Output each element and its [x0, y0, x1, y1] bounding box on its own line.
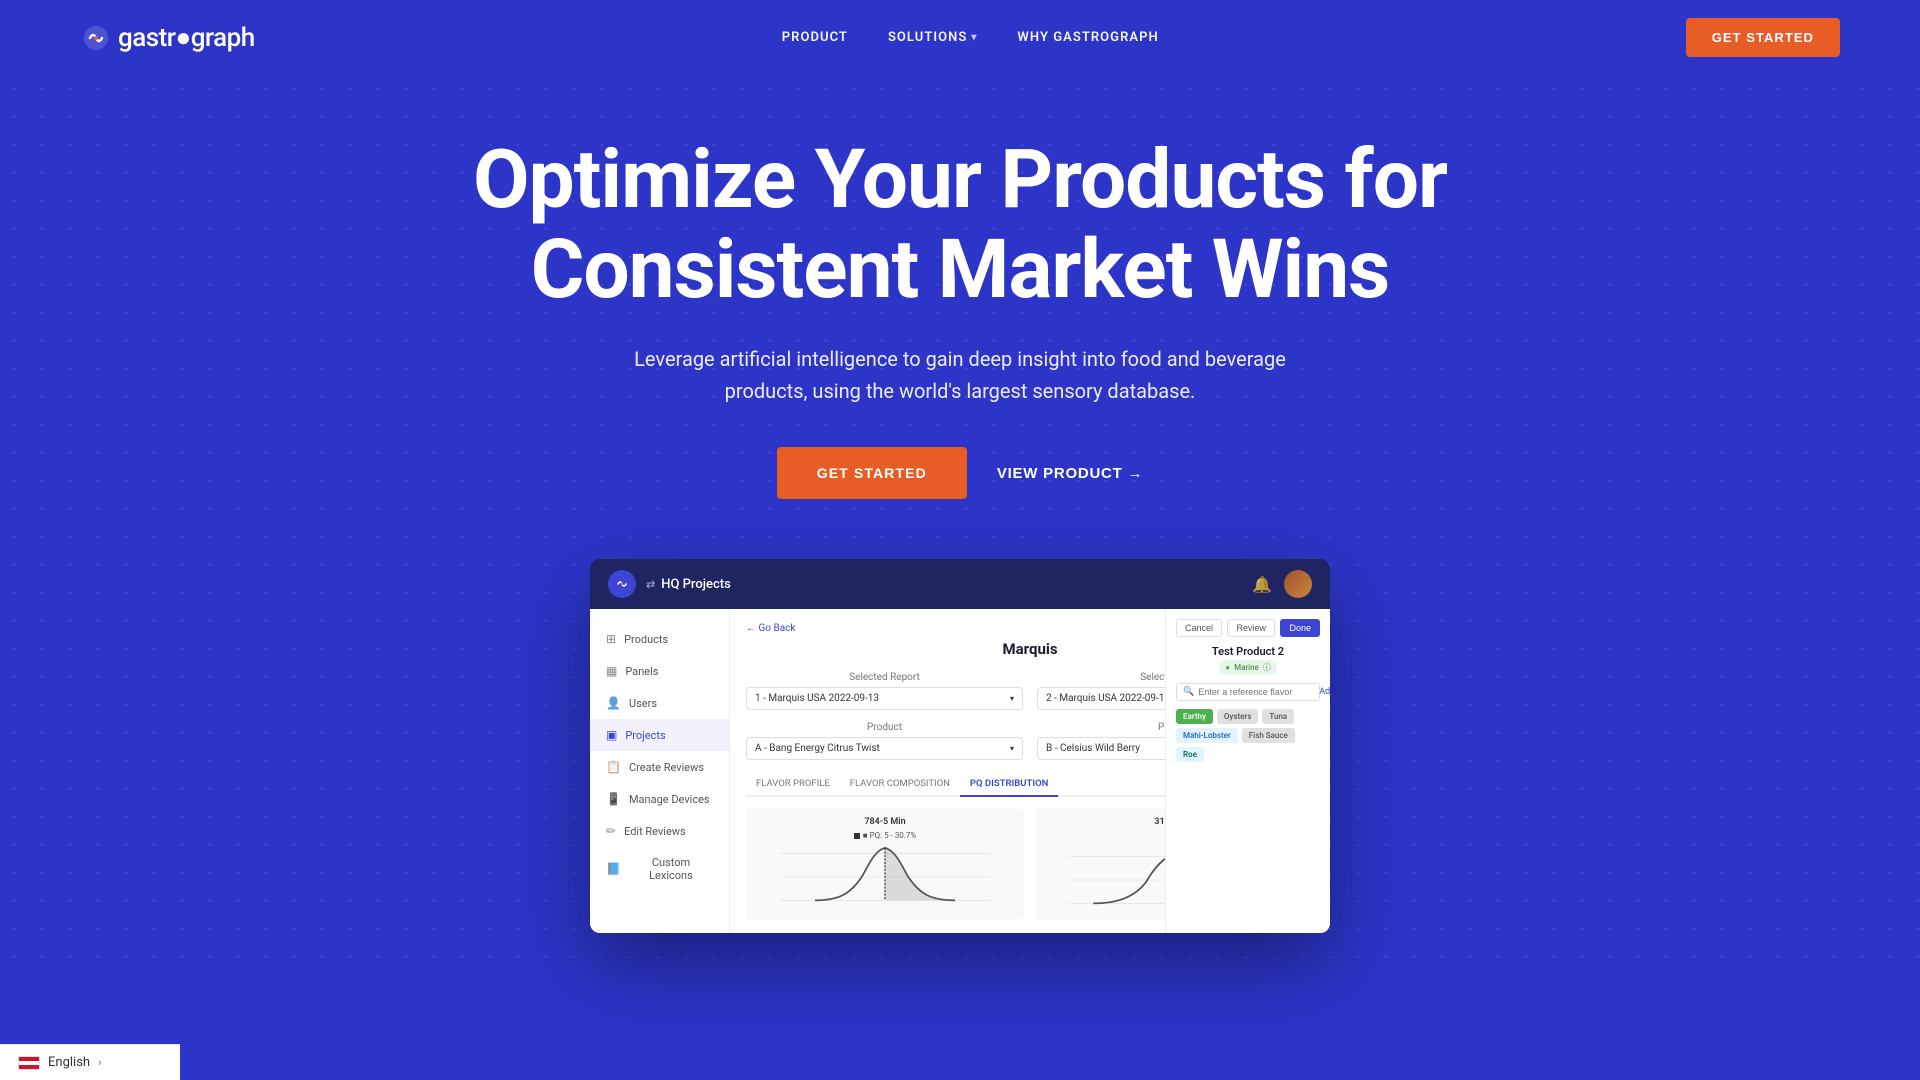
projects-icon: ▣	[606, 728, 617, 742]
topbar-right: 🔔	[1252, 570, 1312, 598]
panels-icon: ▦	[606, 664, 617, 678]
product-1-select[interactable]: A - Bang Energy Citrus Twist ▾	[746, 737, 1023, 760]
sidebar-item-products[interactable]: ⊞ Products	[590, 623, 729, 655]
flavor-tag-fish-sauce[interactable]: Fish Sauce	[1242, 728, 1295, 743]
chevron-down-icon: ▾	[971, 32, 977, 43]
hero-get-started-button[interactable]: GET STARTED	[777, 447, 967, 499]
product-1-label: Product	[746, 722, 1023, 733]
dashboard-window: ⇄ HQ Projects 🔔 ⊞ Prod	[590, 559, 1330, 933]
tag-info-icon: ⓘ	[1263, 662, 1271, 673]
chart-1-legend: ■ PQ: 5 - 30.7%	[754, 831, 1016, 840]
language-chevron-icon: ›	[98, 1056, 101, 1069]
panel-product-tag: ● Marine ⓘ	[1219, 660, 1277, 675]
chart-1: 784-5 Min ■ PQ: 5 - 30.7%	[746, 809, 1024, 919]
tag-dot: ●	[1225, 663, 1230, 672]
nav-links: PRODUCT SOLUTIONS ▾ WHY GASTROGRAPH	[782, 30, 1159, 45]
nav-get-started-button[interactable]: GET STARTED	[1686, 18, 1840, 57]
dashboard-body: ⊞ Products ▦ Panels 👤 Users ▣	[590, 609, 1330, 933]
language-label: English	[48, 1055, 90, 1070]
logo-icon	[80, 22, 112, 54]
cancel-button[interactable]: Cancel	[1176, 619, 1222, 637]
topbar-left: ⇄ HQ Projects	[608, 570, 731, 598]
dashboard-logo	[608, 570, 636, 598]
dashboard-preview: ⇄ HQ Projects 🔔 ⊞ Prod	[200, 559, 1720, 933]
chart-1-title: 784-5 Min	[754, 817, 1016, 827]
navbar: gastr●graph PRODUCT SOLUTIONS ▾ WHY GAST…	[0, 0, 1920, 75]
add-flavor-button[interactable]: Add	[1319, 687, 1330, 697]
report-1-label: Selected Report	[746, 672, 1023, 683]
dashboard-topbar: ⇄ HQ Projects 🔔	[590, 559, 1330, 609]
chart-1-svg	[754, 842, 1016, 912]
sidebar-item-panels[interactable]: ▦ Panels	[590, 655, 729, 687]
dashboard-logo-icon	[614, 576, 630, 592]
panel-header: Cancel Review Done	[1176, 619, 1320, 637]
hero-section: Optimize Your Products for Consistent Ma…	[0, 75, 1920, 973]
nav-solutions[interactable]: SOLUTIONS ▾	[888, 30, 977, 45]
panel-product-name: Test Product 2	[1176, 645, 1320, 658]
footer-language[interactable]: English ›	[0, 1044, 180, 1080]
form-group-report-1: Selected Report 1 - Marquis USA 2022-09-…	[746, 672, 1023, 710]
logo[interactable]: gastr●graph	[80, 22, 255, 54]
sidebar-item-projects[interactable]: ▣ Projects	[590, 719, 729, 751]
flavor-tags: Earthy Oysters Tuna Mahi-Lobster Fish Sa…	[1176, 709, 1320, 762]
grid-icon: ⊞	[606, 632, 616, 646]
done-button[interactable]: Done	[1280, 619, 1320, 637]
chart-1-legend-dot	[854, 833, 860, 839]
nav-why[interactable]: WHY GASTROGRAPH	[1017, 30, 1158, 45]
tab-flavor-composition[interactable]: FLAVOR COMPOSITION	[840, 772, 960, 795]
form-group-product-1: Product A - Bang Energy Citrus Twist ▾	[746, 722, 1023, 760]
notification-bell-icon[interactable]: 🔔	[1252, 575, 1272, 594]
manage-devices-icon: 📱	[606, 792, 621, 806]
flavor-tag-earthy[interactable]: Earthy	[1176, 709, 1213, 724]
flavor-tag-mahi[interactable]: Mahi-Lobster	[1176, 728, 1238, 743]
review-button[interactable]: Review	[1227, 619, 1275, 637]
flavor-tag-oysters[interactable]: Oysters	[1217, 709, 1258, 724]
sidebar-item-users[interactable]: 👤 Users	[590, 687, 729, 719]
custom-lexicons-icon: 📘	[606, 862, 621, 876]
hero-view-product-button[interactable]: VIEW PRODUCT →	[997, 465, 1143, 482]
tab-flavor-profile[interactable]: FLAVOR PROFILE	[746, 772, 840, 795]
product-1-chevron-icon: ▾	[1010, 744, 1014, 753]
create-reviews-icon: 📋	[606, 760, 621, 774]
sidebar-item-edit-reviews[interactable]: ✏ Edit Reviews	[590, 815, 729, 847]
flavor-search-input[interactable]	[1198, 687, 1315, 697]
user-avatar[interactable]	[1284, 570, 1312, 598]
dashboard-project-title: ⇄ HQ Projects	[646, 577, 731, 592]
select-chevron-icon: ▾	[1010, 694, 1014, 703]
tab-pq-distribution[interactable]: PQ DISTRIBUTION	[960, 772, 1058, 797]
dashboard-main: ← Go Back Marquis Selected Report 1 - Ma…	[730, 609, 1330, 933]
dashboard-sidebar: ⊞ Products ▦ Panels 👤 Users ▣	[590, 609, 730, 933]
users-icon: 👤	[606, 696, 621, 710]
report-1-select[interactable]: 1 - Marquis USA 2022-09-13 ▾	[746, 687, 1023, 710]
nav-product[interactable]: PRODUCT	[782, 30, 848, 45]
hero-subtext: Leverage artificial intelligence to gain…	[620, 343, 1300, 407]
search-icon: 🔍	[1183, 687, 1194, 697]
english-flag-icon	[18, 1056, 40, 1070]
sidebar-item-create-reviews[interactable]: 📋 Create Reviews	[590, 751, 729, 783]
flavor-tag-tuna[interactable]: Tuna	[1262, 709, 1294, 724]
flavor-tag-roe[interactable]: Roe	[1176, 747, 1204, 762]
hero-buttons: GET STARTED VIEW PRODUCT →	[200, 447, 1720, 499]
edit-reviews-icon: ✏	[606, 824, 616, 838]
panel-search[interactable]: 🔍 Add	[1176, 683, 1320, 701]
sidebar-item-custom-lexicons[interactable]: 📘 Custom Lexicons	[590, 847, 729, 891]
hero-content: Optimize Your Products for Consistent Ma…	[200, 135, 1720, 933]
hero-headline: Optimize Your Products for Consistent Ma…	[200, 135, 1720, 315]
sidebar-item-manage-devices[interactable]: 📱 Manage Devices	[590, 783, 729, 815]
right-panel: Cancel Review Done Test Product 2 ● Mari…	[1165, 609, 1330, 933]
logo-text: gastr●graph	[118, 22, 255, 53]
